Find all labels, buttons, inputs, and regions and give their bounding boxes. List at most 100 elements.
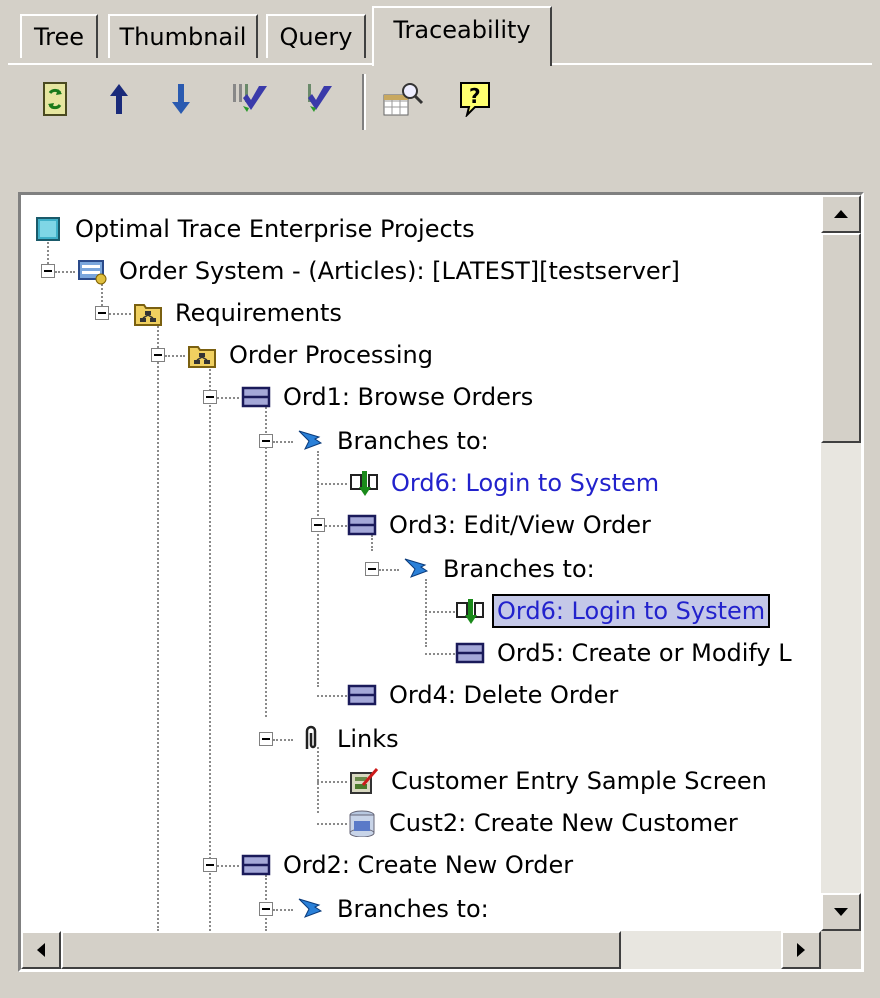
tree-item-ord4[interactable]: Ord4: Delete Order	[347, 675, 622, 715]
root-icon	[36, 217, 60, 241]
scroll-up-button[interactable]	[821, 195, 861, 233]
tree-item-label: Branches to:	[337, 427, 489, 455]
tab-traceability-label: Traceability	[393, 16, 531, 44]
traceability-tree-panel: Optimal Trace Enterprise Projects Order …	[18, 192, 864, 972]
branch-arrow-icon	[404, 558, 429, 578]
tab-query[interactable]: Query	[266, 14, 366, 58]
tree-item-label: Ord6: Login to System	[491, 594, 771, 628]
triangle-up-icon	[834, 210, 848, 218]
requirement-icon	[455, 642, 485, 664]
traceability-tree[interactable]: Optimal Trace Enterprise Projects Order …	[21, 195, 821, 931]
triangle-left-icon	[37, 943, 45, 957]
tree-item-label: Requirements	[175, 299, 342, 327]
tree-item-order-processing[interactable]: Order Processing	[187, 335, 437, 375]
triangle-right-icon	[797, 943, 805, 957]
tree-item-order-system[interactable]: Order System - (Articles): [LATEST][test…	[77, 251, 684, 291]
check-all-icon	[233, 84, 267, 112]
paperclip-icon	[305, 725, 317, 749]
tree-item-label: Order Processing	[229, 341, 433, 369]
tree-item-label: Optimal Trace Enterprise Projects	[75, 215, 475, 243]
linked-requirement-icon	[350, 471, 378, 496]
tree-item-label: Ord5: Create or Modify L	[497, 639, 792, 667]
tab-tree[interactable]: Tree	[20, 14, 98, 58]
move-up-button[interactable]	[96, 76, 142, 122]
screen-document-icon	[350, 768, 379, 794]
linked-requirement-icon	[456, 599, 484, 624]
tree-item-label: Branches to:	[337, 895, 489, 923]
requirement-icon	[347, 514, 377, 536]
tab-query-label: Query	[279, 23, 353, 51]
collapse-ord1-branches[interactable]	[259, 434, 273, 448]
vertical-scrollbar[interactable]	[821, 195, 861, 931]
toolbar-separator	[362, 74, 366, 130]
collapse-order-processing[interactable]	[151, 348, 165, 362]
tree-item-label: Order System - (Articles): [LATEST][test…	[119, 257, 680, 285]
requirement-icon	[241, 854, 271, 876]
folder-hierarchy-icon	[134, 304, 162, 326]
requirement-icon	[241, 386, 271, 408]
collapse-ord3-branches[interactable]	[365, 562, 379, 576]
tree-item-ord5[interactable]: Ord5: Create or Modify L	[455, 633, 796, 673]
database-link-icon	[349, 810, 375, 837]
project-server-icon	[78, 260, 107, 285]
collapse-requirements[interactable]	[95, 306, 109, 320]
arrow-up-icon	[110, 84, 128, 114]
find-icon	[383, 83, 424, 116]
tree-item-ord2[interactable]: Ord2: Create New Order	[241, 845, 577, 885]
collapse-ord2[interactable]	[203, 858, 217, 872]
scroll-left-button[interactable]	[21, 931, 61, 969]
tree-item-label: Ord6: Login to System	[391, 469, 660, 497]
tree-item-ord1[interactable]: Ord1: Browse Orders	[241, 377, 537, 417]
tree-item-ord1-branches[interactable]: Branches to:	[295, 421, 493, 461]
check-all-button[interactable]	[226, 76, 272, 122]
move-down-button[interactable]	[158, 76, 204, 122]
tree-item-label: Links	[337, 725, 399, 753]
vertical-scroll-thumb[interactable]	[821, 233, 861, 443]
collapse-ord3[interactable]	[311, 518, 325, 532]
requirement-icon	[347, 684, 377, 706]
check-icon	[308, 84, 332, 112]
find-button[interactable]	[380, 76, 426, 122]
tree-item-customer-entry-screen[interactable]: Customer Entry Sample Screen	[349, 761, 771, 801]
svg-text:?: ?	[469, 84, 481, 108]
tree-item-requirements[interactable]: Requirements	[133, 293, 346, 333]
tree-item-ord2-branches[interactable]: Branches to:	[295, 889, 493, 929]
tree-item-ord6-link-2[interactable]: Ord6: Login to System	[455, 591, 771, 631]
scroll-down-button[interactable]	[821, 893, 861, 931]
tree-item-label: Branches to:	[443, 555, 595, 583]
help-icon: ?	[460, 82, 490, 117]
tree-item-links[interactable]: Links	[295, 719, 403, 759]
triangle-down-icon	[834, 908, 848, 916]
tab-tree-label: Tree	[33, 23, 84, 51]
collapse-links[interactable]	[259, 732, 273, 746]
tree-item-label: Cust2: Create New Customer	[389, 809, 738, 837]
branch-arrow-icon	[298, 898, 323, 918]
scroll-right-button[interactable]	[781, 931, 821, 969]
horizontal-scrollbar[interactable]	[21, 931, 821, 969]
refresh-button[interactable]	[32, 76, 78, 122]
tab-thumbnail[interactable]: Thumbnail	[108, 14, 258, 58]
tab-thumbnail-label: Thumbnail	[119, 23, 247, 51]
check-button[interactable]	[296, 76, 342, 122]
tab-traceability[interactable]: Traceability	[372, 6, 552, 66]
tree-item-label: Ord2: Create New Order	[283, 851, 574, 879]
refresh-icon	[43, 82, 67, 116]
tree-item-label: Customer Entry Sample Screen	[391, 767, 767, 795]
tree-item-ord3[interactable]: Ord3: Edit/View Order	[347, 505, 655, 545]
tree-item-root[interactable]: Optimal Trace Enterprise Projects	[33, 209, 479, 249]
tree-item-label: Ord4: Delete Order	[389, 681, 619, 709]
collapse-order-system[interactable]	[41, 264, 55, 278]
tree-item-cust2[interactable]: Cust2: Create New Customer	[347, 803, 742, 843]
collapse-ord1[interactable]	[203, 390, 217, 404]
horizontal-scroll-thumb[interactable]	[61, 931, 621, 969]
tree-item-ord3-branches[interactable]: Branches to:	[401, 549, 599, 589]
help-button[interactable]: ?	[452, 76, 498, 122]
tree-item-ord6-link-1[interactable]: Ord6: Login to System	[349, 463, 663, 503]
folder-hierarchy-icon	[188, 346, 216, 368]
branch-arrow-icon	[298, 430, 323, 450]
arrow-down-icon	[172, 84, 190, 114]
scrollbar-corner	[821, 931, 861, 969]
tree-item-label: Ord3: Edit/View Order	[389, 511, 651, 539]
collapse-ord2-branches[interactable]	[259, 902, 273, 916]
tree-item-label: Ord1: Browse Orders	[283, 383, 534, 411]
